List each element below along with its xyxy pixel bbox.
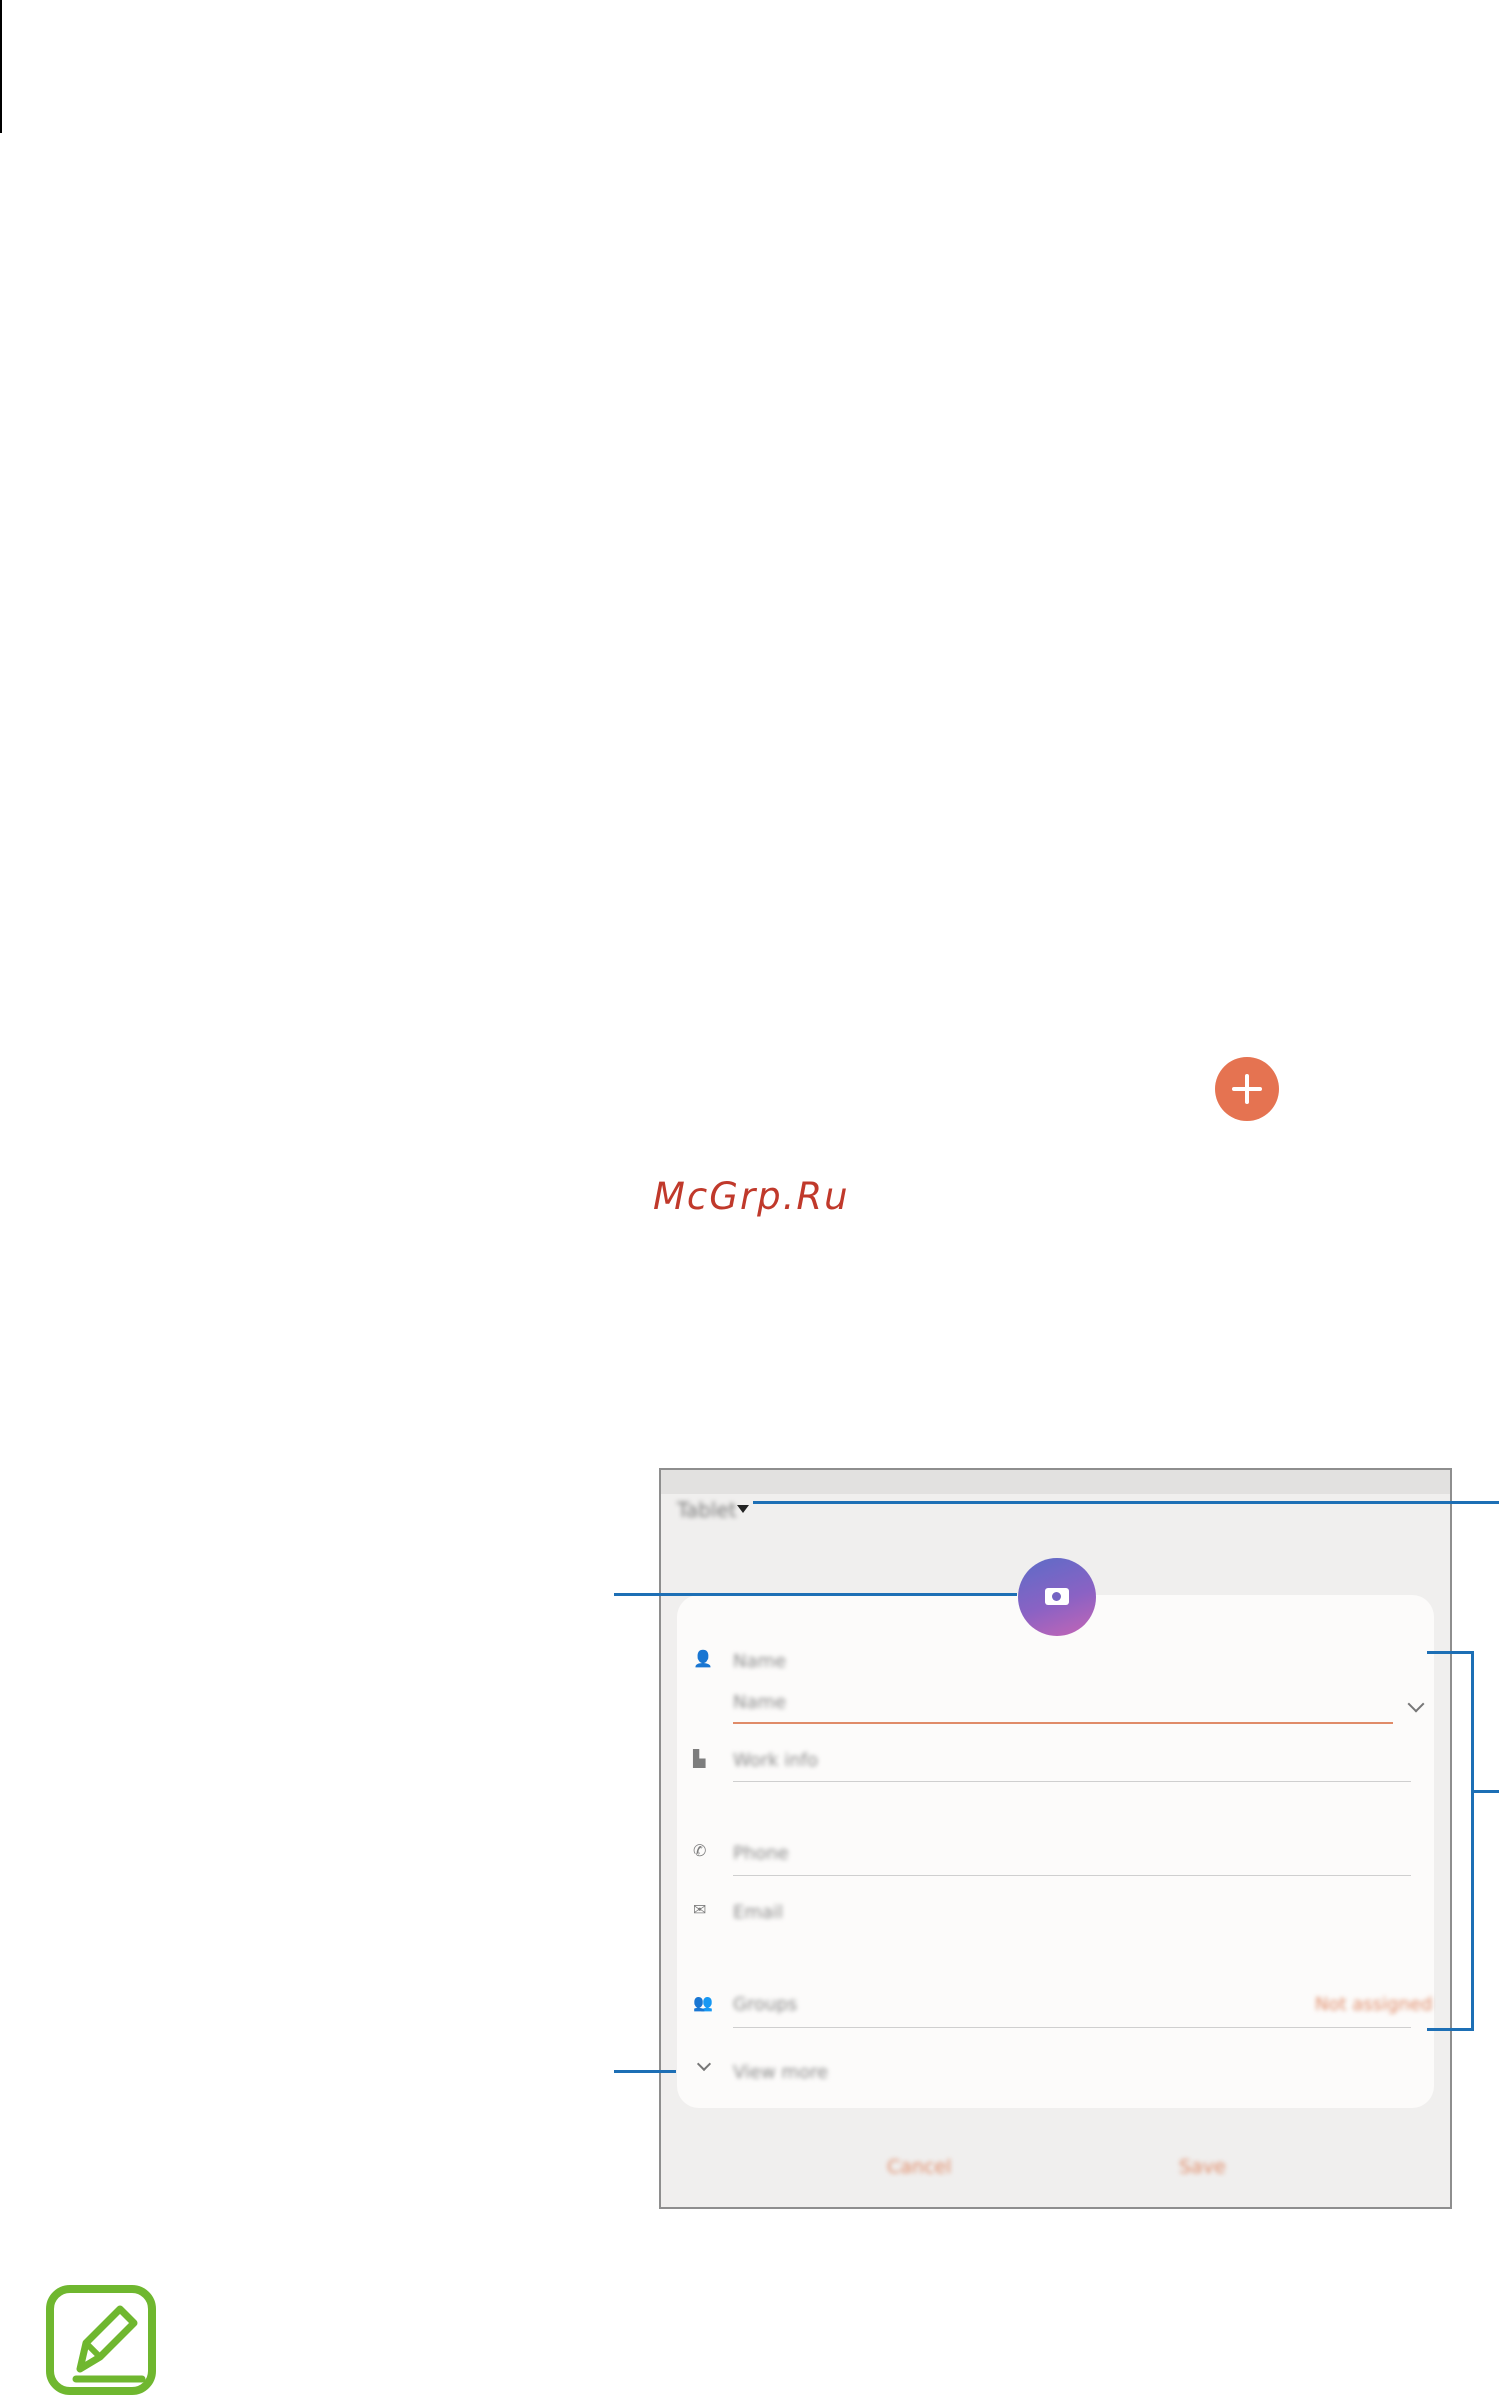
contact-form-card: 👤 Name Name ▙ Work info ✆ Phone ✉ Email …	[677, 1595, 1434, 2108]
person-icon: 👤	[693, 1649, 713, 1668]
email-field[interactable]: Email	[733, 1902, 783, 1923]
groups-not-assigned[interactable]: Not assigned	[1315, 1994, 1432, 2015]
groups-field[interactable]: Groups	[733, 1994, 797, 2015]
contact-photo-button[interactable]	[1018, 1558, 1096, 1636]
create-contact-screenshot: Tablet 👤 Name Name ▙ Work info ✆ Phone ✉…	[659, 1468, 1452, 2209]
phone-field[interactable]: Phone	[733, 1843, 789, 1864]
add-contact-icon	[1215, 1057, 1279, 1121]
caret-down-icon[interactable]	[737, 1505, 749, 1513]
view-more-button[interactable]: View more	[733, 2062, 828, 2083]
group-icon: 👥	[693, 1993, 713, 2012]
groups-underline	[733, 2027, 1411, 2028]
name-input-underline	[733, 1722, 1393, 1724]
status-bar	[661, 1470, 1450, 1494]
callout-bracket-bottom	[1427, 2028, 1473, 2031]
envelope-icon: ✉	[693, 1900, 707, 1919]
callout-bracket-top	[1427, 1651, 1473, 1654]
camera-icon	[1045, 1588, 1069, 1605]
building-icon: ▙	[693, 1749, 706, 1768]
work-info-field[interactable]: Work info	[733, 1750, 818, 1771]
field-label-name: Name	[733, 1651, 787, 1672]
callout-view-more	[614, 2070, 676, 2073]
pencil-note-icon	[46, 2285, 156, 2395]
phone-underline	[733, 1875, 1411, 1876]
watermark: McGrp.Ru	[653, 1175, 850, 1218]
callout-fields	[1473, 1790, 1499, 1793]
cancel-button[interactable]: Cancel	[887, 2156, 951, 2178]
work-info-underline	[733, 1781, 1411, 1782]
storage-location-label[interactable]: Tablet	[677, 1498, 737, 1522]
callout-storage	[753, 1501, 1499, 1504]
callout-photo	[614, 1593, 1017, 1596]
phone-icon: ✆	[693, 1841, 707, 1860]
page-margin-rule	[0, 0, 2, 133]
callout-bracket-side	[1471, 1651, 1474, 2031]
chevron-down-icon[interactable]	[696, 2056, 712, 2072]
save-button[interactable]: Save	[1179, 2156, 1226, 2178]
name-input[interactable]: Name	[733, 1692, 786, 1713]
chevron-down-icon[interactable]	[1407, 1695, 1425, 1713]
